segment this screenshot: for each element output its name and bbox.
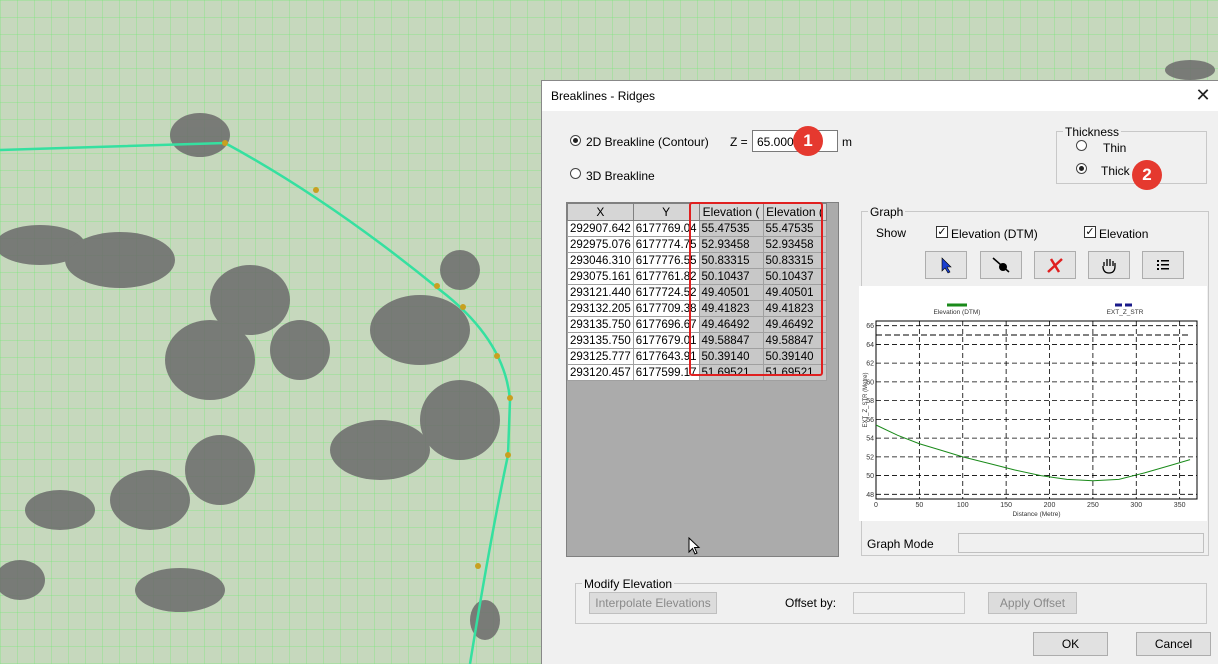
radio-thick[interactable] xyxy=(1076,163,1087,174)
apply-offset-button[interactable]: Apply Offset xyxy=(988,592,1077,614)
check-elevation-dtm-label: Elevation (DTM) xyxy=(951,227,1038,241)
graph-mode-label: Graph Mode xyxy=(867,537,934,551)
modify-elevation-title: Modify Elevation xyxy=(582,577,675,591)
z-label: Z = xyxy=(730,135,748,149)
y-tick-label: 52 xyxy=(866,454,874,461)
elevation-chart[interactable]: 48 50 52 54 56 58 60 62 64 66 0 50 100 150 200 250 300 35… xyxy=(859,286,1207,521)
y-tick-label: 50 xyxy=(866,473,874,480)
pointer-tool-button[interactable] xyxy=(925,251,967,279)
graph-title: Graph xyxy=(868,205,906,219)
y-tick-label: 66 xyxy=(866,323,874,330)
x-tick-label: 250 xyxy=(1087,502,1099,509)
legend-label: EXT_Z_STR xyxy=(1107,309,1144,316)
graph-mode-field[interactable] xyxy=(958,533,1204,553)
offset-label: Offset by: xyxy=(785,596,837,610)
table-cell[interactable]: 293135.750 xyxy=(567,316,634,333)
y-axis-label: EXT_Z_STR (Metre) xyxy=(863,372,869,427)
cancel-button[interactable]: Cancel xyxy=(1136,632,1211,656)
show-label: Show xyxy=(876,226,907,240)
close-icon[interactable]: ✕ xyxy=(1188,81,1218,111)
interpolate-elevations-button[interactable]: Interpolate Elevations xyxy=(589,592,717,614)
table-cell[interactable]: 293120.457 xyxy=(567,364,634,381)
table-cell[interactable]: 292907.642 xyxy=(567,220,634,237)
x-tick-label: 150 xyxy=(1000,502,1012,509)
pointer-icon xyxy=(941,257,952,274)
radio-2d-breakline[interactable] xyxy=(570,135,581,146)
mouse-cursor-icon xyxy=(688,537,701,555)
check-elevation[interactable]: ✓ xyxy=(1084,226,1096,238)
title-bar: Breaklines - Ridges ✕ xyxy=(542,81,1218,111)
z-value-text: 65.000 xyxy=(757,135,794,149)
y-tick-label: 48 xyxy=(866,492,874,499)
y-tick-label: 62 xyxy=(866,361,874,368)
radio-2d-label: 2D Breakline (Contour) xyxy=(586,135,709,149)
radio-thick-label: Thick xyxy=(1101,164,1130,178)
thickness-title: Thickness xyxy=(1063,125,1122,139)
point-tool-button[interactable] xyxy=(980,251,1022,279)
delete-tool-button[interactable] xyxy=(1034,251,1076,279)
legend-label: Elevation (DTM) xyxy=(934,309,981,316)
table-cell[interactable]: 293046.310 xyxy=(567,252,634,269)
x-tick-label: 50 xyxy=(915,502,923,509)
list-icon xyxy=(1157,260,1169,270)
offset-input[interactable] xyxy=(853,592,965,614)
table-cell[interactable]: 293075.161 xyxy=(567,268,634,285)
plot-frame xyxy=(875,320,1198,500)
elevation-chart-svg: 485052545658606264660 50 100 150 200 250 300 35… xyxy=(863,303,1198,518)
z-unit: m xyxy=(842,135,852,149)
pan-hand-icon xyxy=(1102,259,1116,274)
point-pin-icon xyxy=(992,257,1010,273)
dialog-title: Breaklines - Ridges xyxy=(551,89,656,103)
radio-thin-label: Thin xyxy=(1103,141,1127,155)
ok-button[interactable]: OK xyxy=(1033,632,1108,656)
x-axis-label: Distance (Metre) xyxy=(1012,511,1060,518)
check-elevation-label: Elevation xyxy=(1099,227,1149,241)
breakline-vertices xyxy=(222,140,513,569)
pan-tool-button[interactable] xyxy=(1088,251,1130,279)
x-tick-label: 200 xyxy=(1044,502,1056,509)
y-tick-label: 64 xyxy=(866,342,874,349)
x-tick-label: 100 xyxy=(957,502,969,509)
annotation-marker-2: 2 xyxy=(1132,160,1162,190)
annotation-marker-1: 1 xyxy=(793,126,823,156)
delete-x-icon xyxy=(1047,258,1063,273)
table-cell[interactable]: 293132.205 xyxy=(567,300,634,317)
radio-3d-label: 3D Breakline xyxy=(586,169,655,183)
table-cell[interactable]: 292975.076 xyxy=(567,236,634,253)
x-tick-label: 300 xyxy=(1130,502,1142,509)
check-elevation-dtm[interactable]: ✓ xyxy=(936,226,948,238)
column-header[interactable]: X xyxy=(567,203,634,221)
table-cell[interactable]: 293125.777 xyxy=(567,348,634,365)
radio-3d-breakline[interactable] xyxy=(570,168,581,179)
x-tick-label: 0 xyxy=(874,502,878,509)
table-cell[interactable]: 293121.440 xyxy=(567,284,634,301)
table-cell[interactable]: 293135.750 xyxy=(567,332,634,349)
x-tick-label: 350 xyxy=(1174,502,1186,509)
radio-thin[interactable] xyxy=(1076,140,1087,151)
elevation-highlight xyxy=(689,202,823,376)
y-tick-label: 54 xyxy=(866,436,874,443)
list-tool-button[interactable] xyxy=(1142,251,1184,279)
